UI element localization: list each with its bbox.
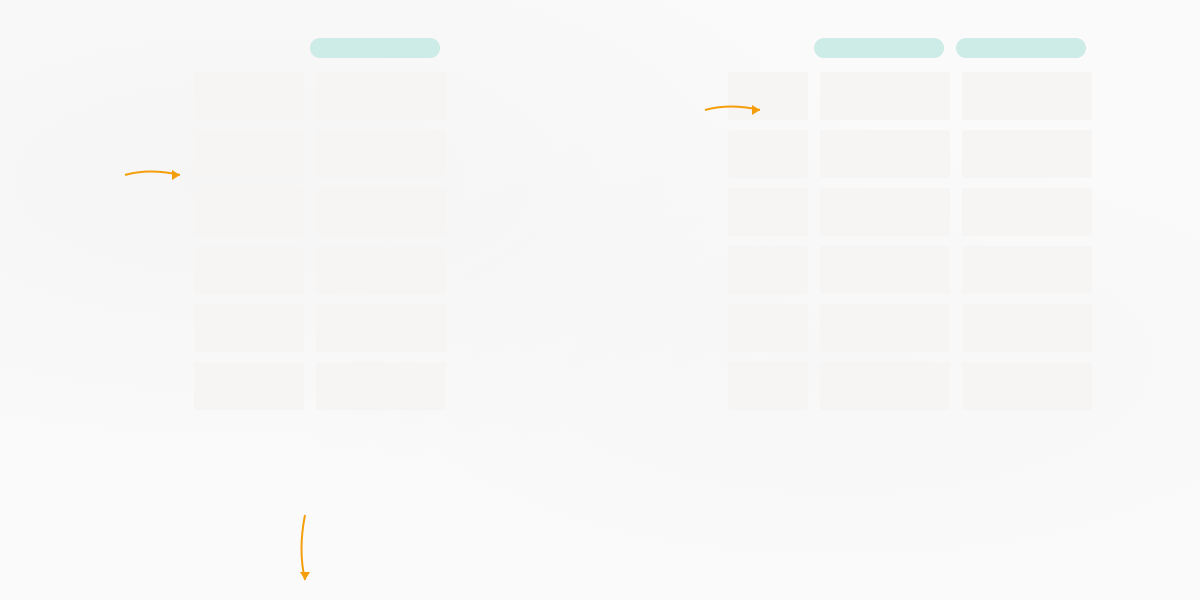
dataframe-value-cell bbox=[820, 304, 950, 352]
series-index-cell bbox=[194, 188, 304, 236]
columns-arrow-icon bbox=[700, 95, 780, 125]
series-index-cell bbox=[194, 72, 304, 120]
table-row bbox=[728, 304, 1092, 352]
dataframe-value-cell bbox=[820, 362, 950, 410]
diagram-container bbox=[0, 0, 1200, 600]
series-index-cell bbox=[194, 362, 304, 410]
dataframe-index-cell bbox=[728, 246, 808, 294]
dataframe-index-cell bbox=[728, 362, 808, 410]
series-value-cell bbox=[316, 130, 446, 178]
table-row bbox=[728, 362, 1092, 410]
series-value-cell bbox=[316, 304, 446, 352]
dataframe-index-cell bbox=[728, 304, 808, 352]
dataframe-value-cell bbox=[962, 130, 1092, 178]
table-row bbox=[194, 188, 446, 236]
series-header-row bbox=[40, 38, 600, 58]
table-row bbox=[194, 130, 446, 178]
dataframe-value-cell bbox=[962, 304, 1092, 352]
dataframe-value-cell bbox=[962, 362, 1092, 410]
index-arrow-icon bbox=[290, 510, 320, 595]
dataframe-header-row bbox=[660, 38, 1160, 58]
dataframe-value-cell bbox=[962, 72, 1092, 120]
table-row bbox=[728, 130, 1092, 178]
dataframe-index-cell bbox=[728, 188, 808, 236]
table-row bbox=[194, 362, 446, 410]
dataframe-value-cell bbox=[820, 130, 950, 178]
series-value-cell bbox=[316, 72, 446, 120]
dataframe-value-cell bbox=[962, 188, 1092, 236]
series-panel bbox=[40, 20, 600, 580]
dataframe-header-spacer bbox=[728, 38, 808, 58]
series-index-cell bbox=[194, 304, 304, 352]
series-rows bbox=[40, 72, 600, 410]
dataframe-col-header-pressure bbox=[956, 38, 1086, 58]
dataframe-value-cell bbox=[820, 246, 950, 294]
table-row bbox=[728, 188, 1092, 236]
series-value-cell bbox=[316, 246, 446, 294]
table-row bbox=[194, 72, 446, 120]
series-value-cell bbox=[316, 362, 446, 410]
table-row bbox=[194, 246, 446, 294]
rows-arrow-icon bbox=[120, 160, 200, 190]
series-header-spacer bbox=[194, 38, 304, 58]
dataframe-value-cell bbox=[820, 72, 950, 120]
table-row bbox=[728, 246, 1092, 294]
series-index-cell bbox=[194, 246, 304, 294]
dataframe-col-header-humidity bbox=[814, 38, 944, 58]
dataframe-value-cell bbox=[820, 188, 950, 236]
dataframe-panel bbox=[600, 20, 1160, 580]
dataframe-value-cell bbox=[962, 246, 1092, 294]
table-row bbox=[728, 72, 1092, 120]
table-row bbox=[194, 304, 446, 352]
series-index-cell bbox=[194, 130, 304, 178]
series-col-header-humidity bbox=[310, 38, 440, 58]
series-value-cell bbox=[316, 188, 446, 236]
dataframe-index-cell bbox=[728, 130, 808, 178]
